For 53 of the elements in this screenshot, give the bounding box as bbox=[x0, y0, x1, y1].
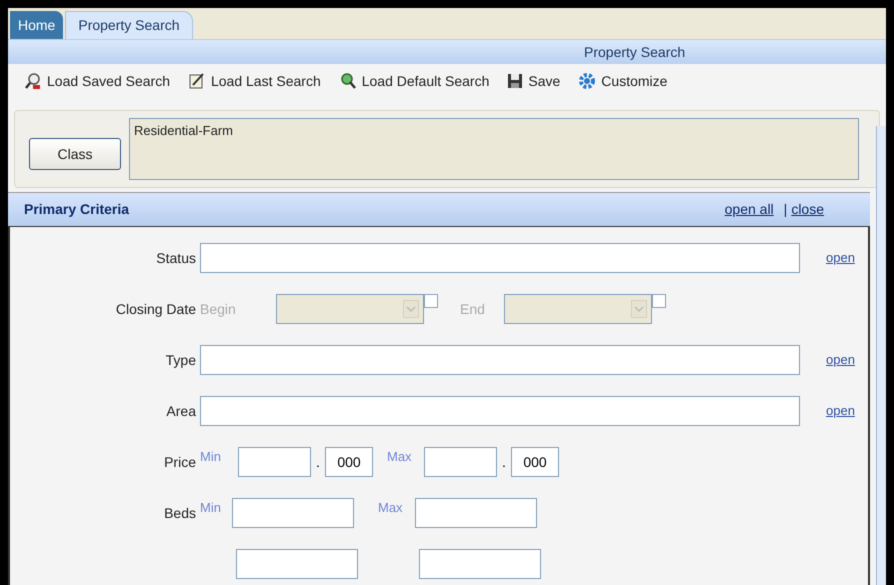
class-value-field[interactable]: Residential-Farm bbox=[129, 118, 859, 180]
begin-label: Begin bbox=[200, 300, 237, 319]
checkbox[interactable] bbox=[424, 294, 438, 308]
min-cents-field[interactable]: 000 bbox=[325, 447, 373, 477]
min-field[interactable] bbox=[236, 549, 358, 579]
field-label: Price bbox=[163, 452, 197, 472]
max-field[interactable] bbox=[415, 498, 537, 528]
tab[interactable]: Home bbox=[10, 11, 64, 39]
open-link[interactable]: open bbox=[826, 350, 855, 370]
decimal-point: . bbox=[315, 452, 321, 472]
field-label: Area bbox=[165, 402, 197, 420]
max-price-field[interactable] bbox=[424, 447, 497, 477]
date-dropdown[interactable] bbox=[504, 294, 652, 324]
field-label: Beds bbox=[163, 504, 197, 522]
tab[interactable]: Property Search bbox=[65, 11, 193, 39]
field-label: Closing Date bbox=[114, 300, 197, 319]
text-field[interactable] bbox=[200, 345, 800, 375]
notepad-icon bbox=[188, 72, 206, 90]
min-label: Min bbox=[200, 448, 222, 466]
max-cents-field[interactable]: 000 bbox=[511, 447, 559, 477]
toolbar-button[interactable]: Load Last Search bbox=[188, 70, 321, 92]
text-field[interactable] bbox=[200, 396, 800, 426]
min-label: Min bbox=[200, 499, 222, 517]
min-field[interactable] bbox=[232, 498, 354, 528]
chevron-down-icon bbox=[403, 300, 419, 318]
class-button[interactable]: Class bbox=[29, 138, 121, 170]
page-title: Property Search bbox=[584, 42, 686, 62]
date-dropdown[interactable] bbox=[276, 294, 424, 324]
toolbar-button[interactable]: Load Saved Search bbox=[24, 70, 170, 92]
open-link[interactable]: open bbox=[826, 248, 855, 268]
decimal-point: . bbox=[501, 452, 507, 472]
max-label: Max bbox=[387, 448, 413, 466]
toolbar-button[interactable]: Customize bbox=[578, 70, 668, 92]
magnifier-icon bbox=[338, 72, 357, 90]
separator-text: | bbox=[784, 200, 788, 219]
toolbar-button[interactable]: Save bbox=[507, 70, 560, 92]
gear-icon bbox=[578, 72, 596, 90]
text-field[interactable] bbox=[200, 243, 800, 273]
scrollbar[interactable] bbox=[876, 126, 886, 585]
max-field[interactable] bbox=[419, 549, 541, 579]
max-label: Max bbox=[378, 499, 404, 517]
magnifier-icon bbox=[24, 72, 42, 90]
field-label: Type bbox=[164, 350, 197, 370]
min-price-field[interactable] bbox=[238, 447, 311, 477]
field-label: Status bbox=[155, 248, 197, 268]
toolbar-button[interactable]: Load Default Search bbox=[338, 70, 490, 92]
checkbox[interactable] bbox=[652, 294, 666, 308]
open-link[interactable]: open bbox=[826, 401, 855, 421]
close-link[interactable]: close bbox=[791, 199, 824, 220]
section-title: Primary Criteria bbox=[24, 200, 130, 219]
end-label: End bbox=[460, 300, 486, 318]
chevron-down-icon bbox=[631, 300, 647, 318]
open-all-link[interactable]: open all bbox=[724, 199, 774, 220]
